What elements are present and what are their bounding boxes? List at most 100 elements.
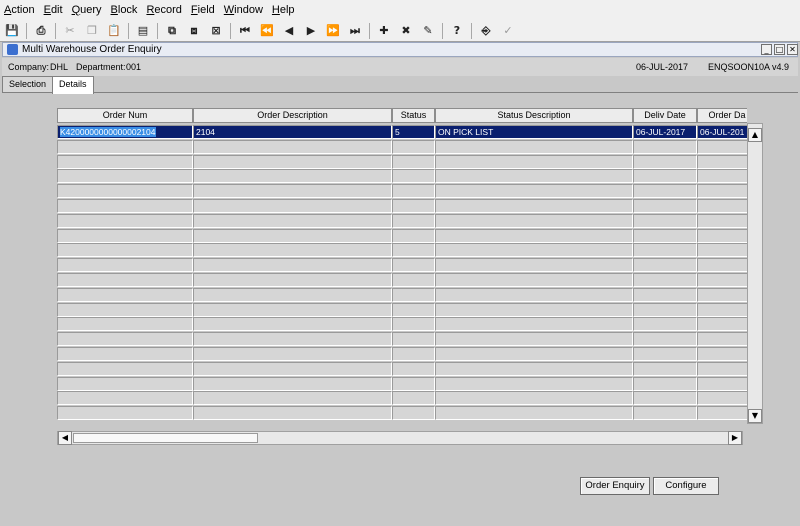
table-row[interactable] — [57, 243, 747, 258]
table-cell[interactable]: ON PICK LIST — [435, 125, 633, 139]
table-row[interactable] — [57, 273, 747, 287]
table-cell[interactable] — [193, 391, 392, 406]
table-row[interactable] — [57, 391, 747, 406]
check-icon[interactable]: ✓ — [500, 23, 516, 39]
table-cell[interactable] — [633, 228, 697, 243]
table-cell[interactable] — [697, 406, 747, 421]
table-cell[interactable] — [633, 317, 697, 332]
table-cell[interactable] — [193, 376, 392, 391]
print-icon[interactable]: ⎙ — [33, 23, 49, 39]
table-cell[interactable] — [435, 169, 633, 184]
table-cell[interactable] — [633, 169, 697, 184]
column-header[interactable]: Order Description — [193, 108, 392, 123]
table-cell[interactable] — [57, 391, 193, 406]
table-cell[interactable] — [57, 243, 193, 258]
table-row[interactable] — [57, 406, 747, 421]
table-cell[interactable] — [392, 273, 435, 287]
scroll-right-button[interactable]: ▶ — [728, 431, 742, 445]
table-cell[interactable] — [697, 391, 747, 406]
table-cell[interactable] — [697, 302, 747, 317]
order-enquiry-button[interactable]: Order Enquiry — [580, 477, 650, 495]
table-cell[interactable] — [392, 302, 435, 317]
table-row[interactable] — [57, 317, 747, 332]
table-cell[interactable] — [633, 302, 697, 317]
table-cell[interactable] — [57, 184, 193, 199]
table-cell[interactable] — [435, 154, 633, 169]
table-cell[interactable] — [57, 376, 193, 391]
table-cell[interactable] — [193, 406, 392, 421]
table-cell[interactable] — [697, 184, 747, 199]
table-cell[interactable] — [392, 406, 435, 421]
table-cell[interactable] — [193, 317, 392, 332]
table-cell[interactable] — [435, 347, 633, 361]
table-cell[interactable] — [633, 184, 697, 199]
menu-query[interactable]: Query — [72, 4, 102, 16]
table-cell[interactable] — [697, 213, 747, 228]
table-cell[interactable] — [435, 376, 633, 391]
horizontal-scrollbar[interactable]: ◀ ▶ — [57, 431, 743, 445]
table-cell[interactable] — [392, 361, 435, 376]
table-cell[interactable] — [435, 139, 633, 154]
table-cell[interactable] — [392, 332, 435, 347]
cut-icon[interactable]: ✂ — [62, 23, 78, 39]
scroll-down-button[interactable]: ▼ — [748, 409, 762, 423]
cancel-query-icon[interactable]: ⊠ — [208, 23, 224, 39]
table-cell[interactable]: 5 — [392, 125, 435, 139]
table-cell[interactable] — [193, 169, 392, 184]
table-row[interactable] — [57, 347, 747, 361]
table-row[interactable]: K4200000000000002104 2104 5 ON PICK LIST 06-… — [57, 125, 747, 139]
table-cell[interactable] — [633, 391, 697, 406]
table-cell[interactable] — [193, 243, 392, 258]
table-cell[interactable] — [435, 273, 633, 287]
table-cell[interactable] — [57, 199, 193, 213]
table-cell[interactable] — [633, 406, 697, 421]
menu-record[interactable]: Record — [146, 4, 181, 16]
table-cell[interactable] — [193, 139, 392, 154]
scroll-up-button[interactable]: ▲ — [748, 128, 762, 142]
table-cell[interactable] — [633, 361, 697, 376]
menu-field[interactable]: Field — [191, 4, 215, 16]
save-icon[interactable]: 💾 — [4, 23, 20, 39]
next-set-icon[interactable]: ⏩ — [325, 23, 341, 39]
previous-set-icon[interactable]: ⏪ — [259, 23, 275, 39]
table-cell[interactable] — [435, 228, 633, 243]
menu-help[interactable]: Help — [272, 4, 295, 16]
table-cell[interactable] — [435, 391, 633, 406]
first-record-icon[interactable]: ⏮ — [237, 23, 253, 39]
table-cell[interactable] — [57, 406, 193, 421]
table-row[interactable] — [57, 139, 747, 154]
scroll-left-button[interactable]: ◀ — [58, 431, 72, 445]
column-header[interactable]: Status Description — [435, 108, 633, 123]
menu-action[interactable]: Action — [4, 4, 35, 16]
table-cell[interactable] — [392, 184, 435, 199]
table-cell[interactable] — [57, 154, 193, 169]
table-cell[interactable] — [193, 347, 392, 361]
table-cell[interactable] — [633, 273, 697, 287]
table-row[interactable] — [57, 169, 747, 184]
table-cell[interactable] — [392, 154, 435, 169]
table-row[interactable] — [57, 376, 747, 391]
table-cell[interactable] — [193, 332, 392, 347]
table-cell[interactable] — [633, 199, 697, 213]
table-cell[interactable]: 06-JUL-2017 — [633, 125, 697, 139]
table-cell[interactable]: 2104 — [193, 125, 392, 139]
table-cell[interactable] — [435, 184, 633, 199]
table-cell[interactable] — [697, 169, 747, 184]
table-row[interactable] — [57, 258, 747, 273]
table-cell[interactable] — [633, 332, 697, 347]
horizontal-scroll-thumb[interactable] — [73, 433, 258, 443]
table-cell[interactable] — [193, 361, 392, 376]
menu-edit[interactable]: Edit — [44, 4, 63, 16]
configure-button[interactable]: Configure — [653, 477, 719, 495]
table-cell[interactable] — [193, 287, 392, 302]
table-row[interactable] — [57, 184, 747, 199]
previous-record-icon[interactable]: ◀ — [281, 23, 297, 39]
table-cell[interactable] — [633, 213, 697, 228]
table-cell[interactable] — [697, 154, 747, 169]
last-record-icon[interactable]: ⏭ — [347, 23, 363, 39]
table-cell[interactable] — [435, 332, 633, 347]
table-cell[interactable] — [697, 287, 747, 302]
table-cell[interactable] — [633, 243, 697, 258]
table-cell[interactable] — [435, 287, 633, 302]
table-cell[interactable] — [435, 213, 633, 228]
